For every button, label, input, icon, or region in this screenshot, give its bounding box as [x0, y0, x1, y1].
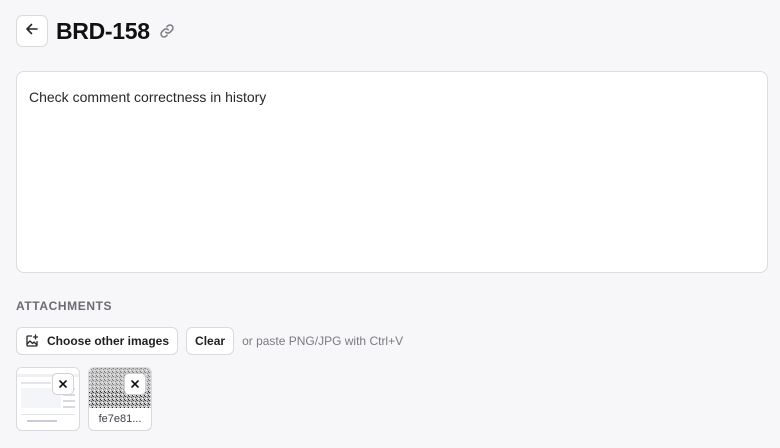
close-icon: [59, 380, 67, 388]
link-icon[interactable]: [158, 22, 176, 40]
clear-button[interactable]: Clear: [186, 327, 235, 355]
remove-attachment-button[interactable]: [52, 373, 74, 395]
attachment-thumbnail[interactable]: fe7e81...: [88, 367, 152, 431]
description-editor[interactable]: Check comment correctness in history: [16, 71, 768, 273]
attachment-list: fe7e81...: [16, 367, 160, 431]
attachment-filename: fe7e81...: [89, 408, 151, 430]
back-button[interactable]: [16, 15, 48, 47]
attachment-thumbnail[interactable]: [16, 367, 80, 431]
page-title: BRD-158: [56, 17, 150, 44]
attachments-heading: ATTACHMENTS: [16, 299, 113, 313]
choose-images-label: Choose other images: [47, 334, 170, 348]
page-header: BRD-158: [16, 15, 176, 47]
arrow-left-icon: [25, 22, 39, 41]
remove-attachment-button[interactable]: [124, 373, 146, 395]
attachments-toolbar: Choose other images Clear or paste PNG/J…: [16, 327, 403, 355]
image-plus-icon: [25, 334, 39, 348]
close-icon: [131, 380, 139, 388]
choose-images-button[interactable]: Choose other images: [16, 327, 179, 355]
paste-hint: or paste PNG/JPG with Ctrl+V: [242, 334, 404, 348]
